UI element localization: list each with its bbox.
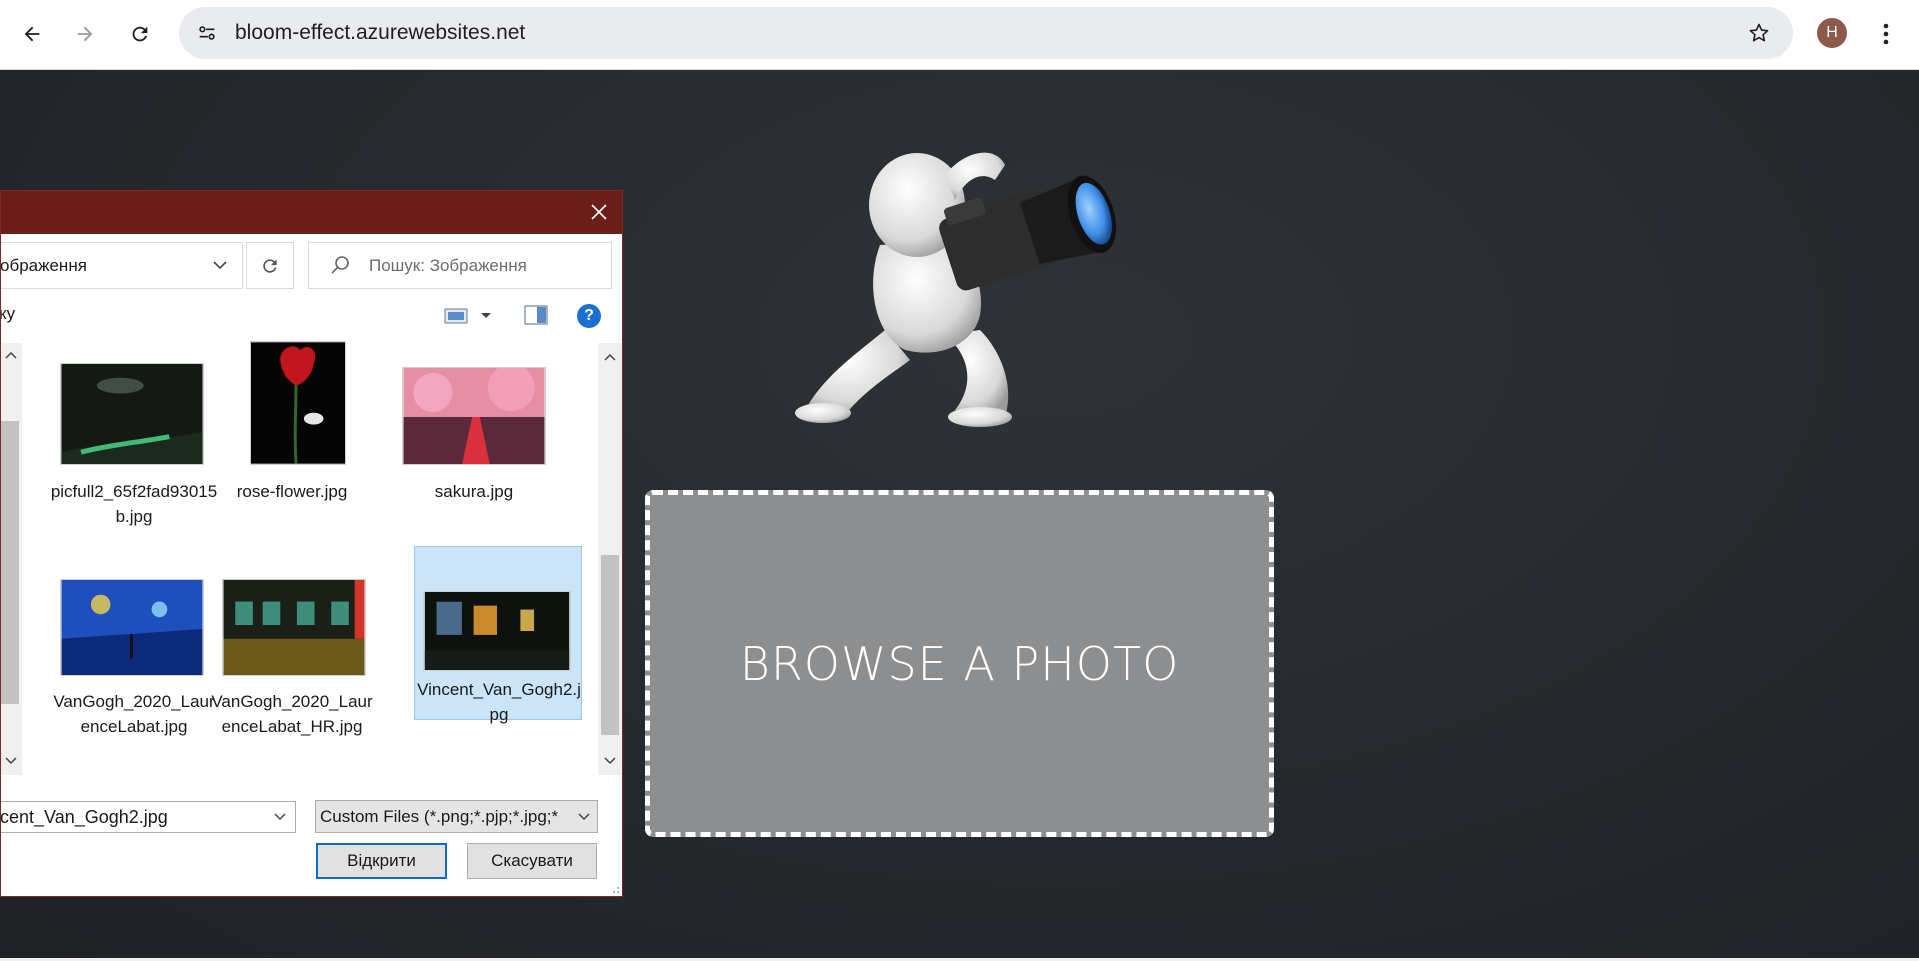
- nav-pane-scroll-thumb[interactable]: [1, 421, 19, 704]
- refresh-button[interactable]: [246, 242, 294, 289]
- nav-pane-scrollbar[interactable]: [1, 343, 22, 775]
- chevron-down-icon[interactable]: [271, 808, 289, 826]
- arrow-left-icon: [24, 26, 40, 42]
- file-thumbnail: [250, 341, 346, 465]
- file-name: sakura.jpg: [434, 482, 514, 501]
- file-item[interactable]: VanGogh_2020_LaurenceLabat_HR.jpg: [208, 551, 376, 761]
- reload-button[interactable]: [122, 16, 158, 52]
- file-thumbnail: [423, 591, 571, 671]
- url-text[interactable]: bloom-effect.azurewebsites.net: [235, 7, 525, 59]
- file-item-selected[interactable]: Vincent_Van_Gogh2.jpg: [414, 546, 582, 724]
- file-item[interactable]: sakura.jpg: [390, 341, 558, 541]
- forward-button[interactable]: [67, 16, 103, 52]
- browse-photo-dropzone[interactable]: BROWSE A PHOTO: [645, 490, 1274, 837]
- kebab-menu-icon: [1883, 23, 1889, 45]
- dialog-close-button[interactable]: [584, 197, 614, 227]
- file-name: picfull2_65f2fad93015b.jpg: [50, 482, 218, 526]
- scroll-up-icon[interactable]: [602, 349, 618, 365]
- folder-search-box[interactable]: Пошук: Зображення: [308, 242, 612, 289]
- folder-address-text: ображення: [0, 256, 87, 275]
- profile-avatar[interactable]: H: [1817, 18, 1847, 48]
- file-thumbnail: [60, 363, 204, 465]
- file-item[interactable]: VanGogh_2020_LaurenceLabat.jpg: [50, 551, 218, 761]
- file-name: VanGogh_2020_LaurenceLabat_HR.jpg: [211, 692, 373, 736]
- file-type-value: Custom Files (*.png;*.pjp;*.jpg;*: [320, 807, 559, 826]
- photographer-figure-image: [795, 152, 1117, 427]
- file-list-scrollbar[interactable]: [598, 343, 622, 775]
- scroll-down-icon[interactable]: [3, 753, 19, 769]
- open-button[interactable]: Відкрити: [316, 843, 447, 879]
- cancel-button[interactable]: Скасувати: [467, 843, 597, 879]
- refresh-icon: [263, 258, 277, 273]
- search-placeholder: Пошук: Зображення: [369, 256, 527, 275]
- bookmark-star-icon[interactable]: [1745, 19, 1773, 47]
- help-button[interactable]: ?: [577, 304, 601, 328]
- more-menu-button[interactable]: [1874, 16, 1898, 52]
- chevron-down-icon: [481, 313, 491, 318]
- organize-toolbar-label[interactable]: ку: [1, 304, 15, 324]
- chevron-down-icon[interactable]: [575, 808, 593, 826]
- view-icon: [444, 308, 468, 324]
- arrow-right-icon: [77, 26, 93, 42]
- file-item[interactable]: rose-flower.jpg: [208, 341, 376, 541]
- file-name-input[interactable]: cent_Van_Gogh2.jpg: [0, 801, 296, 833]
- file-list-scroll-thumb[interactable]: [601, 555, 619, 735]
- file-name-value: cent_Van_Gogh2.jpg: [0, 807, 168, 827]
- file-thumbnail: [402, 367, 546, 465]
- close-icon: [591, 204, 607, 220]
- file-item[interactable]: picfull2_65f2fad93015b.jpg: [50, 341, 218, 541]
- site-settings-icon[interactable]: [193, 19, 221, 47]
- folder-address-box[interactable]: ображення: [0, 242, 243, 289]
- file-name: VanGogh_2020_LaurenceLabat.jpg: [53, 692, 215, 736]
- file-name: rose-flower.jpg: [236, 482, 348, 501]
- chevron-down-icon[interactable]: [208, 253, 232, 277]
- address-bar[interactable]: bloom-effect.azurewebsites.net: [179, 7, 1793, 59]
- scroll-down-icon[interactable]: [602, 753, 618, 769]
- dropzone-label: BROWSE A PHOTO: [739, 636, 1180, 691]
- scroll-up-icon[interactable]: [3, 347, 19, 363]
- dialog-title-bar[interactable]: [1, 191, 622, 234]
- search-icon: [329, 255, 351, 277]
- change-view-button[interactable]: [444, 304, 494, 328]
- open-file-dialog: ображення Пошук: Зображення ку ? picfull…: [0, 190, 623, 897]
- preview-pane-icon: [524, 305, 548, 325]
- preview-pane-button[interactable]: [524, 304, 548, 328]
- browser-toolbar: bloom-effect.azurewebsites.net H: [0, 0, 1919, 70]
- resize-grip-icon[interactable]: [610, 884, 620, 894]
- file-name: Vincent_Van_Gogh2.jpg: [417, 680, 581, 724]
- file-thumbnail: [60, 579, 204, 676]
- reload-icon: [132, 26, 148, 42]
- file-thumbnail: [222, 579, 366, 676]
- file-type-select[interactable]: Custom Files (*.png;*.pjp;*.jpg;*: [315, 800, 598, 833]
- file-list: picfull2_65f2fad93015b.jpg rose-flower.j…: [24, 341, 596, 773]
- back-button[interactable]: [14, 16, 50, 52]
